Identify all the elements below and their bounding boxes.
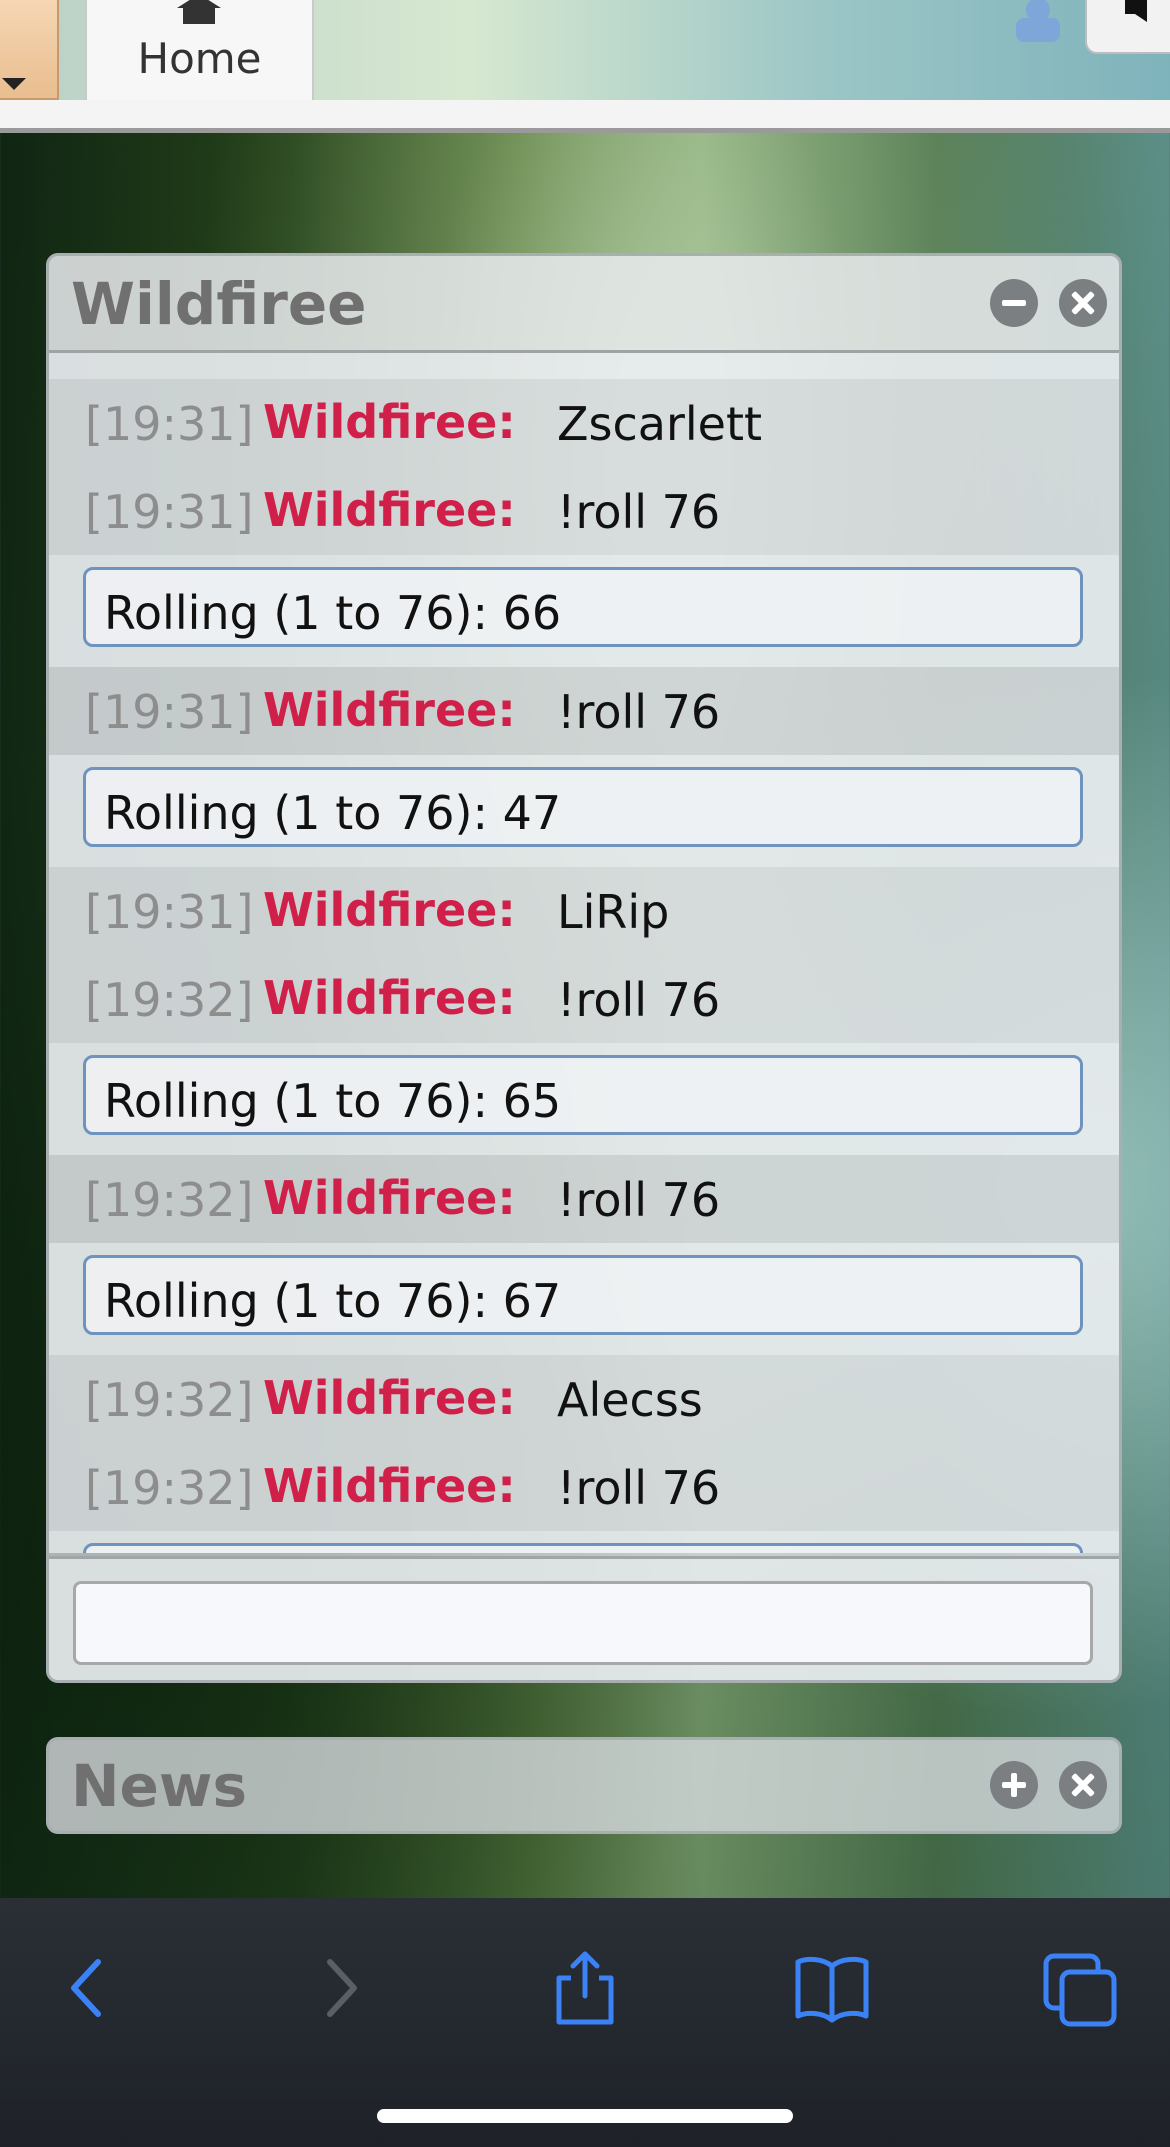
roll-result: Rolling (1 to 76): 47	[83, 767, 1083, 847]
tab-home-label: Home	[137, 34, 262, 83]
chat-message: [19:32] Wildfiree: Alecss	[49, 1355, 1119, 1443]
message-group: [19:32] Wildfiree: Alecss [19:32] Wildfi…	[49, 1355, 1119, 1531]
message-text: LiRip	[557, 885, 670, 939]
chat-input[interactable]	[73, 1581, 1093, 1665]
chat-panel: Wildfiree [19:31] Wildfiree: Zscarlett […	[46, 253, 1122, 1683]
message-text: Alecss	[557, 1373, 703, 1427]
news-panel: News	[46, 1737, 1122, 1834]
message-group: [19:31] Wildfiree: LiRip [19:32] Wildfir…	[49, 867, 1119, 1043]
message-text: !roll 76	[557, 1173, 721, 1227]
message-timestamp: [19:32]	[85, 1373, 254, 1427]
message-group: [19:32] Wildfiree: !roll 76	[49, 1155, 1119, 1243]
message-list[interactable]: [19:31] Wildfiree: Zscarlett [19:31] Wil…	[49, 353, 1119, 1553]
menu-dropdown-button[interactable]	[0, 0, 59, 100]
chat-input-area	[49, 1556, 1119, 1680]
roll-result-row: Rolling (1 to 76): 65	[49, 1043, 1119, 1155]
chat-message: [19:32] Wildfiree: !roll 76	[49, 955, 1119, 1043]
message-timestamp: [19:31]	[85, 885, 254, 939]
message-timestamp: [19:32]	[85, 1461, 254, 1515]
message-username[interactable]: Wildfiree:	[263, 1371, 516, 1425]
message-text: !roll 76	[557, 685, 721, 739]
message-timestamp: [19:31]	[85, 397, 254, 451]
chevron-left-icon[interactable]	[48, 1948, 128, 2028]
house-icon	[177, 0, 221, 24]
message-group: [19:31] Wildfiree: !roll 76	[49, 667, 1119, 755]
minimize-button[interactable]	[990, 279, 1038, 327]
message-text: !roll 76	[557, 485, 721, 539]
close-button[interactable]	[1059, 1761, 1107, 1809]
message-username[interactable]: Wildfiree:	[263, 1459, 516, 1513]
chat-message: [19:32] Wildfiree: !roll 76	[49, 1443, 1119, 1531]
message-timestamp: [19:32]	[85, 1173, 254, 1227]
tabs-icon[interactable]	[1040, 1948, 1120, 2028]
chat-message: [19:31] Wildfiree: !roll 76	[49, 667, 1119, 755]
chat-message: [19:32] Wildfiree: !roll 76	[49, 1155, 1119, 1243]
chevron-right-icon[interactable]	[300, 1948, 380, 2028]
close-button[interactable]	[1059, 279, 1107, 327]
roll-result: Rolling (1 to 76): 66	[83, 567, 1083, 647]
chat-panel-title: Wildfiree	[71, 270, 367, 338]
message-username[interactable]: Wildfiree:	[263, 971, 516, 1025]
caret-down-icon	[2, 78, 26, 90]
message-text: !roll 76	[557, 973, 721, 1027]
message-username[interactable]: Wildfiree:	[263, 395, 516, 449]
message-group: [19:31] Wildfiree: Zscarlett [19:31] Wil…	[49, 379, 1119, 555]
roll-result: Rolling (1 to 76): 65	[83, 1055, 1083, 1135]
message-timestamp: [19:31]	[85, 685, 254, 739]
roll-result-row: Rolling (1 to 76): 67	[49, 1243, 1119, 1355]
roll-result-row	[49, 1531, 1119, 1553]
top-nav-bar: Home	[0, 0, 1170, 133]
share-icon[interactable]	[545, 1948, 625, 2028]
chat-message: [19:31] Wildfiree: LiRip	[49, 867, 1119, 955]
roll-result-row: Rolling (1 to 76): 47	[49, 755, 1119, 867]
roll-result	[83, 1543, 1083, 1553]
message-username[interactable]: Wildfiree:	[263, 883, 516, 937]
tab-home[interactable]: Home	[85, 0, 314, 100]
roll-result-row: Rolling (1 to 76): 66	[49, 555, 1119, 667]
megaphone-icon	[1125, 0, 1147, 22]
minus-circle-icon	[1002, 300, 1026, 306]
message-list-top	[49, 353, 1119, 379]
book-icon[interactable]	[792, 1948, 872, 2028]
home-indicator[interactable]	[377, 2109, 793, 2123]
nav-underline	[0, 100, 1170, 128]
message-timestamp: [19:31]	[85, 485, 254, 539]
message-text: Zscarlett	[557, 397, 763, 451]
news-panel-title: News	[71, 1752, 247, 1820]
chat-panel-header: Wildfiree	[49, 256, 1119, 353]
message-username[interactable]: Wildfiree:	[263, 483, 516, 537]
message-username[interactable]: Wildfiree:	[263, 683, 516, 737]
roll-result: Rolling (1 to 76): 67	[83, 1255, 1083, 1335]
chat-message: [19:31] Wildfiree: !roll 76	[49, 467, 1119, 555]
message-timestamp: [19:32]	[85, 973, 254, 1027]
message-text: !roll 76	[557, 1461, 721, 1515]
person-icon[interactable]	[1012, 0, 1064, 42]
chat-message: [19:31] Wildfiree: Zscarlett	[49, 379, 1119, 467]
message-username[interactable]: Wildfiree:	[263, 1171, 516, 1225]
expand-button[interactable]	[990, 1761, 1038, 1809]
plus-stroke	[1011, 1773, 1017, 1797]
notifications-button[interactable]	[1085, 0, 1170, 54]
